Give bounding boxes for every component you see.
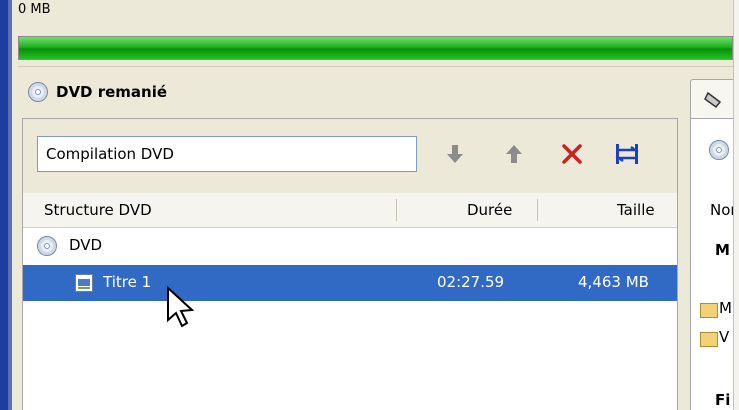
window-frame-right [733,0,739,410]
tree-item-dvd[interactable]: DVD [23,228,677,264]
tree-item-label: Titre 1 [103,273,152,291]
tree-item-titre[interactable]: Titre 1 02:27.59 4,463 MB [23,265,677,301]
column-separator[interactable] [396,199,397,221]
fit-width-icon [615,144,639,164]
capacity-fill [19,37,732,59]
column-structure[interactable]: Structure DVD [44,201,152,219]
move-up-button[interactable] [498,137,530,171]
right-panel-tab[interactable] [690,79,733,119]
delete-icon [562,144,582,164]
panel-title: DVD remanié [56,83,168,101]
column-duree[interactable]: Durée [467,201,512,219]
move-down-button[interactable] [439,137,471,171]
arrow-up-icon [506,145,522,163]
column-taille[interactable]: Taille [617,201,655,219]
dvd-disc-icon [28,82,48,102]
dvd-disc-icon [37,236,57,256]
right-list-item[interactable]: V [719,328,729,346]
window-frame-left [0,0,8,410]
column-separator[interactable] [537,199,538,221]
fit-width-button[interactable] [611,137,643,171]
arrow-down-icon [447,145,463,163]
right-bottom-label: Fi [715,391,731,409]
window-frame-left-inner [8,0,12,410]
mouse-cursor-icon [167,286,195,328]
right-column-header[interactable]: Nor [710,201,733,219]
dvd-disc-icon [709,140,729,160]
divider [18,66,733,67]
capacity-bar [18,36,733,60]
capacity-label: 0 MB [18,2,51,17]
tree-item-label: DVD [69,236,103,254]
column-header: Structure DVD Durée Taille [23,193,677,228]
right-panel: Nor M M V Fi [690,118,733,410]
folder-icon [700,303,718,318]
compilation-toolbar [23,119,677,193]
duration-value: 02:27.59 [437,273,505,291]
compilation-name-input[interactable] [37,136,417,172]
panel-header: DVD remanié [28,80,167,104]
right-list-item[interactable]: M [719,299,732,317]
folder-icon [700,332,718,347]
film-icon [704,91,722,109]
right-row-label: M [715,241,730,259]
title-icon [75,274,93,292]
dvd-structure-panel: Structure DVD Durée Taille DVD Titre 1 0… [22,118,678,410]
delete-button[interactable] [556,137,588,171]
size-value: 4,463 MB [578,273,649,291]
